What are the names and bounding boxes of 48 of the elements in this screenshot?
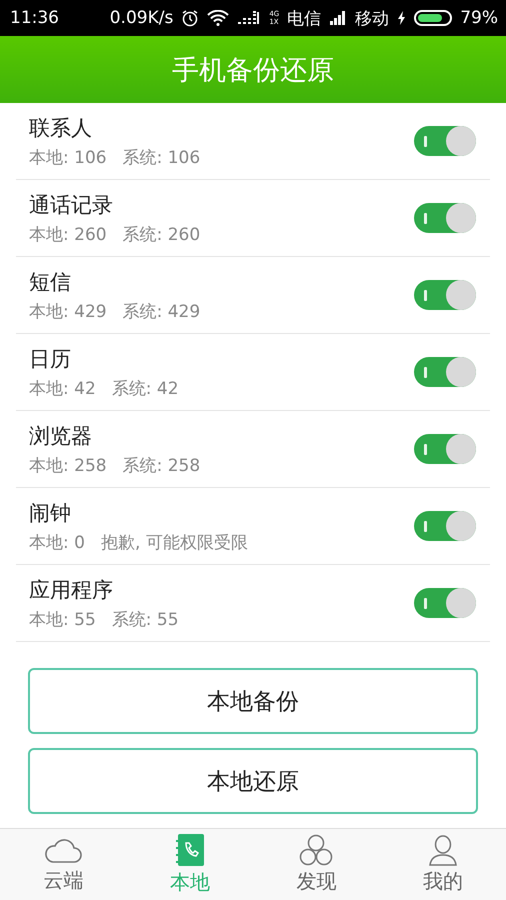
toggle-switch[interactable] (414, 357, 476, 387)
carrier-name: 电信 (287, 8, 322, 30)
item-name: 通话记录 (29, 192, 114, 218)
wifi-icon (207, 10, 230, 26)
item-name: 日历 (29, 346, 72, 372)
toggle-switch[interactable] (414, 434, 476, 464)
local-count: 本地: 106 (29, 146, 107, 168)
system-count: 系统: 429 (122, 300, 200, 322)
item-name: 浏览器 (29, 422, 93, 450)
toggle-switch[interactable] (414, 280, 476, 310)
action-button[interactable]: 本地备份 (28, 668, 478, 734)
carrier-name: 移动 (355, 8, 390, 30)
nav-tab[interactable]: 发现 (253, 829, 380, 900)
toggle-switch[interactable] (414, 203, 476, 233)
circles-icon (299, 834, 334, 866)
toggle-switch[interactable] (414, 511, 476, 541)
system-count: 系统: 42 (112, 378, 179, 400)
network-speed: 0.09K/s (110, 8, 174, 28)
local-count: 本地: 55 (29, 608, 96, 630)
item-name: 闹钟 (29, 500, 72, 526)
item-name: 短信 (29, 268, 72, 296)
system-count: 系统: 258 (122, 454, 200, 476)
item-name: 联系人 (29, 114, 93, 142)
alarm-icon (181, 9, 200, 27)
signal-icon (329, 11, 348, 25)
local-count: 本地: 429 (29, 300, 107, 322)
person-icon (426, 834, 459, 866)
system-count: 抱歉, 可能权限受限 (100, 532, 248, 554)
nav-tab[interactable]: 我的 (380, 829, 506, 900)
charging-icon (397, 11, 406, 25)
battery-icon (414, 10, 452, 26)
item-name: 应用程序 (29, 576, 114, 604)
system-count: 系统: 260 (122, 224, 200, 246)
local-count: 本地: 260 (29, 224, 107, 246)
action-button[interactable]: 本地还原 (28, 748, 478, 814)
local-count: 本地: 0 (29, 532, 85, 554)
system-count: 系统: 106 (122, 146, 200, 168)
page-title: 手机备份还原 (172, 54, 334, 88)
signal-icon (237, 11, 262, 25)
battery-percent: 79% (460, 8, 498, 28)
toggle-switch[interactable] (414, 588, 476, 618)
phone-book-icon (174, 833, 206, 867)
toggle-switch[interactable] (414, 126, 476, 156)
nav-tab[interactable]: 云端 (0, 829, 126, 900)
local-count: 本地: 42 (29, 378, 96, 400)
local-count: 本地: 258 (29, 454, 107, 476)
system-count: 系统: 55 (112, 608, 179, 630)
clock-time: 11:36 (10, 8, 59, 28)
